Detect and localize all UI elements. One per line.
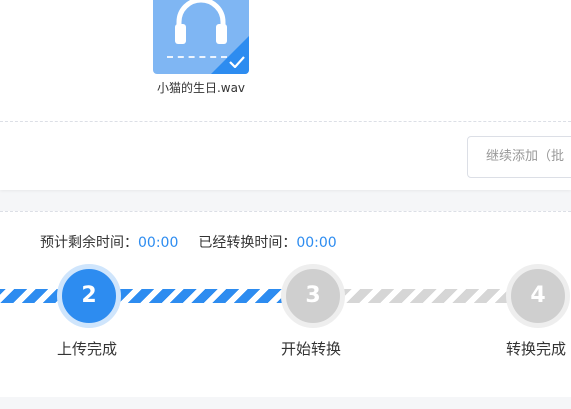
step-4-number: 4 xyxy=(530,283,546,308)
step-2-number: 2 xyxy=(81,283,97,308)
card-divider xyxy=(0,121,571,122)
step-3-number: 3 xyxy=(305,283,321,308)
converter-page: 小猫的生日.wav 继续添加（批 预计剩余时间：00:00 已经转换时间：00:0… xyxy=(0,0,571,409)
remaining-time-value: 00:00 xyxy=(138,235,179,251)
selected-corner xyxy=(211,36,249,74)
upload-card: 小猫的生日.wav 继续添加（批 xyxy=(0,0,571,190)
time-row: 预计剩余时间：00:00 已经转换时间：00:00 xyxy=(40,232,337,252)
step-2-circle: 2 xyxy=(57,264,121,328)
file-name: 小猫的生日.wav xyxy=(156,81,246,95)
check-icon xyxy=(229,56,245,68)
step-4-circle: 4 xyxy=(506,264,570,328)
progress-bar-done xyxy=(0,289,310,303)
continue-add-button[interactable]: 继续添加（批 xyxy=(467,136,571,178)
remaining-time-label: 预计剩余时间： xyxy=(40,235,138,251)
elapsed-time-label: 已经转换时间： xyxy=(198,235,297,251)
elapsed-time-value: 00:00 xyxy=(296,235,337,251)
bottom-strip xyxy=(0,397,571,409)
file-tile[interactable] xyxy=(153,0,249,74)
step-3-label: 开始转换 xyxy=(281,340,342,358)
step-2-label: 上传完成 xyxy=(57,340,118,358)
step-4-label: 转换完成 xyxy=(506,340,567,358)
step-3-circle: 3 xyxy=(281,264,345,328)
